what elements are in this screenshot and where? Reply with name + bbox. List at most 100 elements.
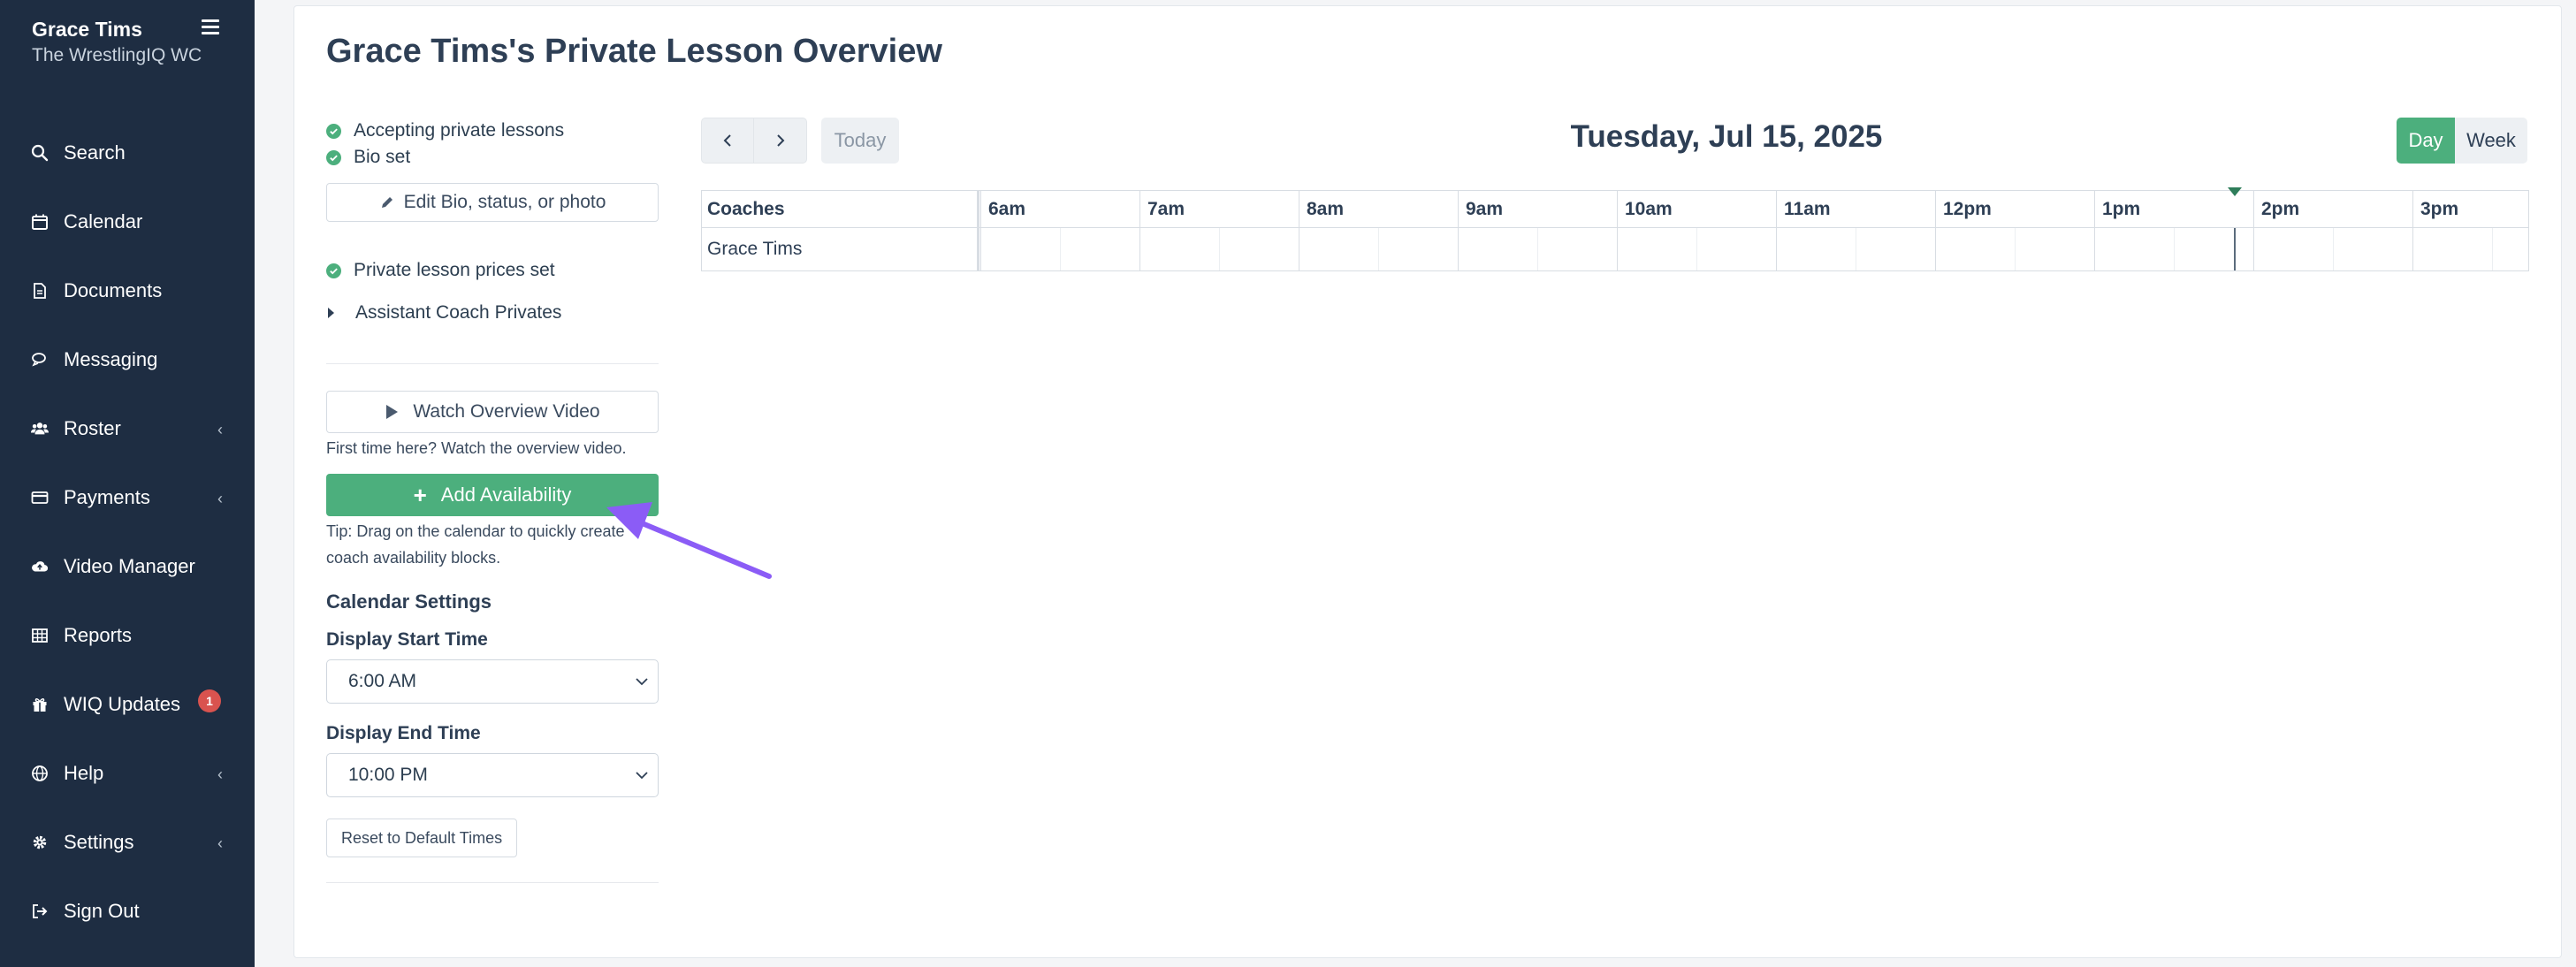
prev-day-button[interactable] — [701, 118, 754, 164]
calendar-settings-title: Calendar Settings — [326, 590, 492, 613]
chat-icon — [30, 350, 50, 369]
document-icon — [30, 281, 50, 301]
time-slot[interactable] — [1378, 228, 1458, 270]
hour-label: 10am — [1617, 191, 1776, 228]
check-circle-icon — [326, 123, 341, 139]
caret-right-icon — [328, 308, 334, 318]
time-slot[interactable] — [1935, 228, 2015, 270]
chevron-down-icon — [636, 678, 648, 686]
time-slot[interactable] — [2412, 228, 2492, 270]
sidebar-item-label: Reports — [64, 624, 133, 646]
display-end-select[interactable]: 10:00 PM — [326, 753, 659, 797]
sidebar-item-help[interactable]: Help ‹ — [0, 739, 255, 808]
time-slot[interactable] — [1776, 228, 1856, 270]
timeline-header: Coaches 6am 7am 8am 9am 10am 11am 12pm 1pm 2pm 3p… — [702, 187, 2528, 228]
sidebar-item-video-manager[interactable]: Video Manager — [0, 532, 255, 601]
sidebar-item-documents[interactable]: Documents — [0, 256, 255, 325]
sidebar-item-calendar[interactable]: Calendar — [0, 187, 255, 256]
sidebar-item-label: Settings — [64, 831, 134, 853]
time-slot[interactable] — [1696, 228, 1776, 270]
time-slot[interactable] — [1617, 228, 1696, 270]
time-slot[interactable] — [1537, 228, 1617, 270]
sidebar-item-label: Calendar — [64, 210, 143, 232]
chevron-left-icon — [723, 134, 731, 147]
watch-video-hint: First time here? Watch the overview vide… — [326, 439, 627, 457]
check-circle-icon — [326, 263, 341, 278]
time-slot[interactable] — [1139, 228, 1219, 270]
sidebar-item-reports[interactable]: Reports — [0, 601, 255, 670]
display-end-label: Display End Time — [326, 723, 481, 743]
sign-out-icon — [30, 902, 50, 921]
resource-name: Grace Tims — [702, 228, 979, 270]
hour-label: 6am — [980, 191, 1139, 228]
sidebar-item-search[interactable]: Search — [0, 118, 255, 187]
hamburger-menu-icon[interactable] — [202, 19, 219, 35]
sidebar-item-wiq-updates[interactable]: WIQ Updates 1 — [0, 670, 255, 739]
chevron-left-icon: ‹ — [217, 490, 223, 507]
pencil-icon — [379, 194, 395, 210]
time-slot[interactable] — [2253, 228, 2333, 270]
time-slot[interactable] — [2174, 228, 2253, 270]
time-slot[interactable] — [1299, 228, 1378, 270]
calendar-date-title: Tuesday, Jul 15, 2025 — [1570, 119, 1883, 154]
sidebar-item-settings[interactable]: Settings ‹ — [0, 808, 255, 877]
sidebar: Grace Tims The WrestlingIQ WC Search Cal… — [0, 0, 255, 967]
timeline-row: Grace Tims — [702, 228, 2528, 270]
chevron-right-icon — [776, 134, 784, 147]
time-slot[interactable] — [2492, 228, 2528, 270]
time-slot[interactable] — [2333, 228, 2412, 270]
watch-overview-video-button[interactable]: Watch Overview Video — [326, 391, 659, 433]
globe-icon — [30, 764, 50, 783]
notification-badge: 1 — [198, 689, 221, 712]
chevron-down-icon — [636, 772, 648, 780]
week-view-button[interactable]: Week — [2455, 118, 2527, 164]
credit-card-icon — [30, 488, 50, 507]
today-button[interactable]: Today — [821, 118, 899, 164]
sidebar-item-label: Messaging — [64, 348, 158, 370]
assistant-privates-toggle[interactable]: Assistant Coach Privates — [326, 300, 659, 326]
sidebar-item-label: Search — [64, 141, 126, 164]
edit-bio-button[interactable]: Edit Bio, status, or photo — [326, 183, 659, 222]
view-toggle: Day Week — [2397, 118, 2527, 164]
org-name: The WrestlingIQ WC — [32, 45, 202, 65]
sidebar-item-label: WIQ Updates — [64, 693, 181, 715]
sidebar-nav: Search Calendar Documents Messaging Rost… — [0, 118, 255, 946]
hour-label: 12pm — [1935, 191, 2094, 228]
time-slot[interactable] — [1219, 228, 1299, 270]
display-start-select[interactable]: 6:00 AM — [326, 659, 659, 704]
time-slot[interactable] — [1060, 228, 1139, 270]
main-card: Grace Tims's Private Lesson Overview Acc… — [293, 5, 2562, 958]
current-time-marker-icon — [2228, 187, 2243, 196]
sidebar-brand: Grace Tims The WrestlingIQ WC — [32, 16, 226, 69]
time-slot[interactable] — [1458, 228, 1537, 270]
sidebar-item-messaging[interactable]: Messaging — [0, 325, 255, 394]
gift-icon — [30, 695, 50, 714]
sidebar-item-label: Documents — [64, 279, 163, 301]
hour-label: 3pm — [2412, 191, 2528, 228]
time-slot[interactable] — [2094, 228, 2174, 270]
resource-timeline: Coaches 6am 7am 8am 9am 10am 11am 12pm 1pm 2pm 3p… — [701, 187, 2529, 271]
cloud-icon — [30, 557, 50, 576]
page-title: Grace Tims's Private Lesson Overview — [326, 33, 942, 70]
sidebar-item-roster[interactable]: Roster ‹ — [0, 394, 255, 463]
table-icon — [30, 626, 50, 645]
check-circle-icon — [326, 149, 341, 165]
chevron-left-icon: ‹ — [217, 765, 223, 783]
next-day-button[interactable] — [754, 118, 807, 164]
time-slot[interactable] — [980, 228, 1060, 270]
sidebar-item-payments[interactable]: Payments ‹ — [0, 463, 255, 532]
gear-icon — [30, 833, 50, 852]
time-slot[interactable] — [2015, 228, 2094, 270]
hour-label: 2pm — [2253, 191, 2412, 228]
status-bio-set: Bio set — [326, 144, 659, 171]
add-availability-button[interactable]: + Add Availability — [326, 474, 659, 516]
time-slot[interactable] — [1856, 228, 1935, 270]
settings-panel: Accepting private lessons Bio set Edit B… — [326, 118, 659, 883]
day-view-button[interactable]: Day — [2397, 118, 2455, 164]
status-prices-set: Private lesson prices set — [326, 257, 659, 284]
reset-default-times-button[interactable]: Reset to Default Times — [326, 819, 518, 857]
resource-header: Coaches — [702, 191, 979, 227]
sidebar-item-label: Video Manager — [64, 555, 195, 577]
sidebar-item-sign-out[interactable]: Sign Out — [0, 877, 255, 946]
sidebar-item-label: Sign Out — [64, 900, 140, 922]
